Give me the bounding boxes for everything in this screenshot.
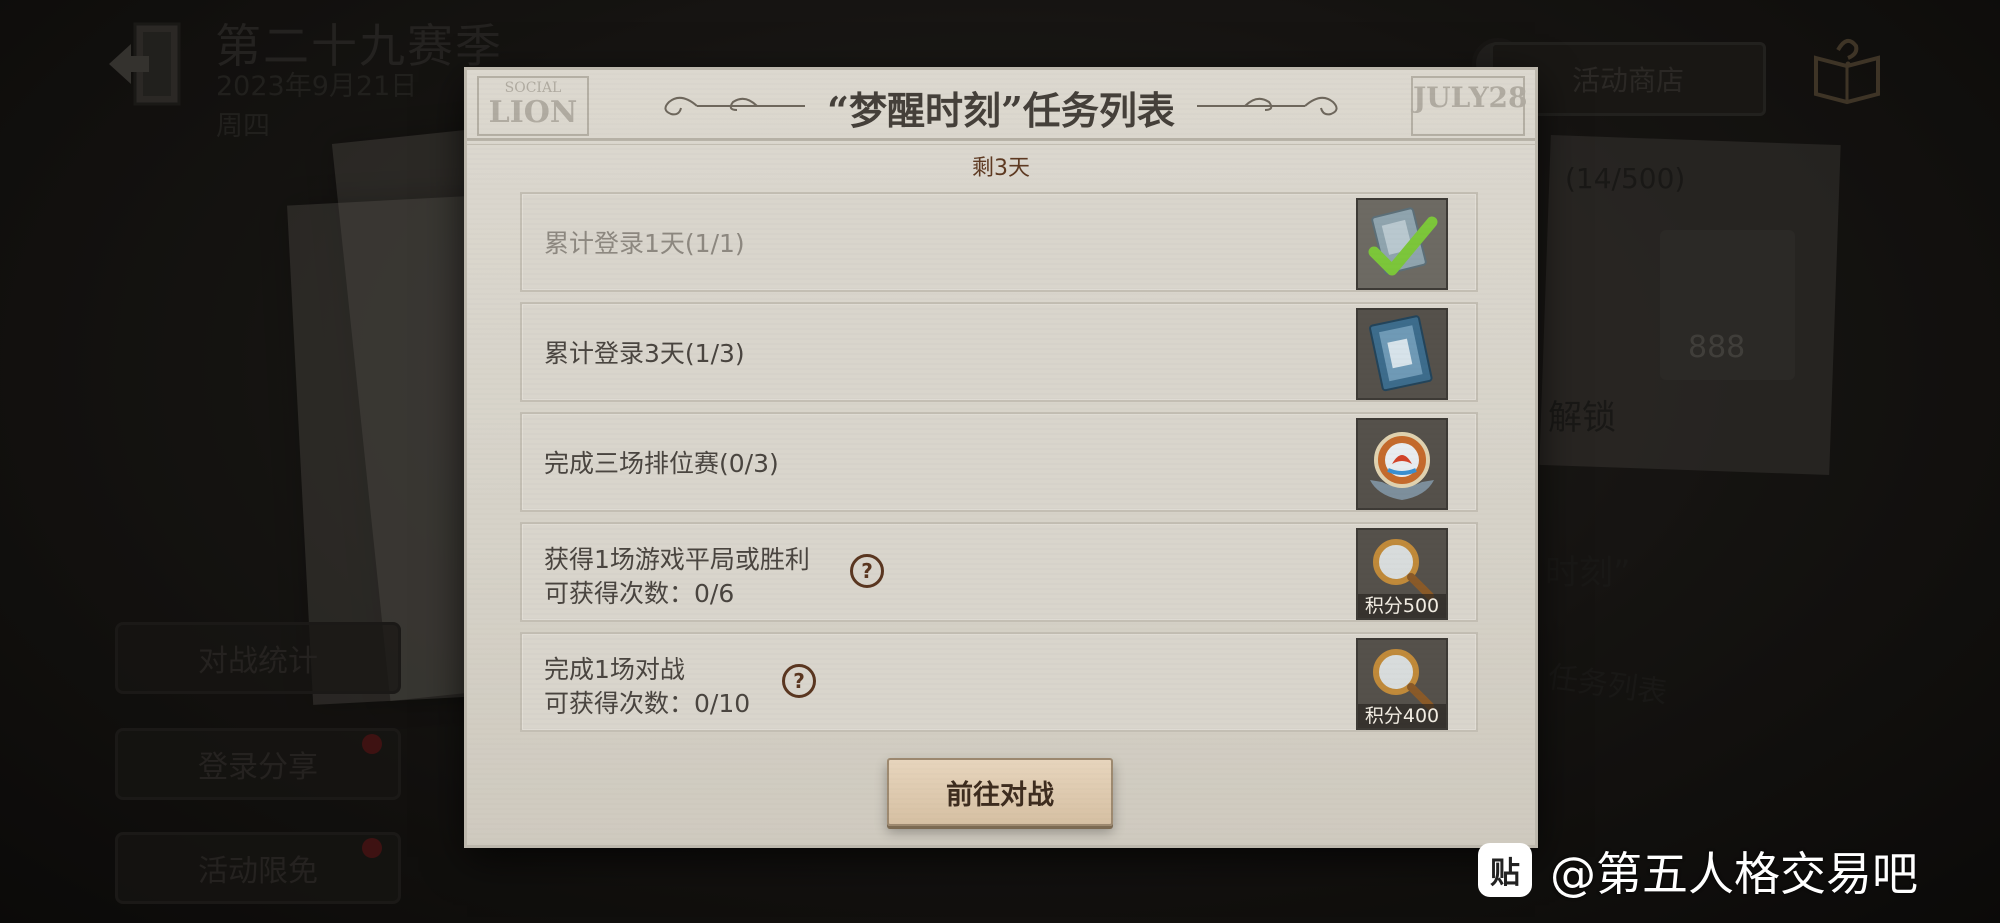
medal-icon (1370, 432, 1434, 500)
task-row: 完成1场对战 可获得次数：0/10 ? 积分400 (520, 632, 1478, 732)
question-icon[interactable]: ? (782, 664, 816, 698)
task-count: 可获得次数：0/6 (544, 579, 735, 608)
reward-slot[interactable]: 积分500 (1356, 528, 1448, 620)
task-list-dialog: SOCIAL LION JULY28 “梦醒时刻”任务列表 剩3天 累计登录1天… (467, 70, 1535, 845)
header-divider-thin (467, 144, 1535, 145)
header-divider (467, 138, 1535, 141)
task-text: 获得1场游戏平局或胜利 (544, 545, 810, 574)
reward-slot[interactable]: 积分400 (1356, 638, 1448, 730)
task-row: 完成三场排位赛(0/3) (520, 412, 1478, 512)
task-row: 累计登录1天(1/1) (520, 192, 1478, 292)
reward-slot[interactable] (1356, 308, 1448, 400)
task-text: 完成1场对战 (544, 655, 685, 684)
reward-points: 积分500 (1358, 594, 1446, 618)
task-row: 获得1场游戏平局或胜利 可获得次数：0/6 ? 积分500 (520, 522, 1478, 622)
watermark-text: @第五人格交易吧 (1550, 847, 1918, 901)
tieba-logo-icon: 贴 (1478, 843, 1532, 897)
task-row: 累计登录3天(1/3) (520, 302, 1478, 402)
task-count: 可获得次数：0/10 (544, 689, 751, 718)
task-text: 完成三场排位赛(0/3) (544, 449, 779, 478)
dialog-title: “梦醒时刻”任务列表 (827, 88, 1175, 133)
task-text: 累计登录3天(1/3) (544, 339, 745, 368)
reward-slot[interactable] (1356, 198, 1448, 290)
remaining-days: 剩3天 (972, 156, 1030, 181)
reward-points: 积分400 (1358, 704, 1446, 728)
question-icon[interactable]: ? (850, 554, 884, 588)
blue-card-icon (1369, 315, 1433, 392)
go-to-battle-button[interactable]: 前往对战 (887, 758, 1113, 826)
check-card-icon (1368, 207, 1438, 276)
reward-slot[interactable] (1356, 418, 1448, 510)
task-text: 累计登录1天(1/1) (544, 229, 745, 258)
